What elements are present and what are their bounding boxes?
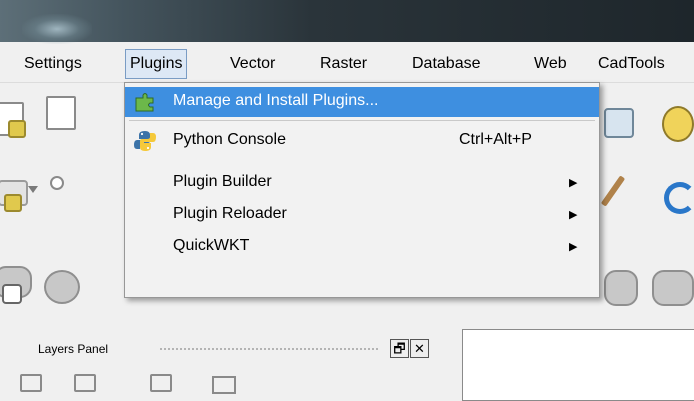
menu-item-shortcut: Ctrl+Alt+P (459, 131, 532, 148)
hammer-icon[interactable] (600, 175, 626, 207)
menu-raster[interactable]: Raster (316, 50, 371, 78)
layer-tool-icon[interactable] (150, 374, 172, 392)
menu-item-manage-plugins[interactable]: Manage and Install Plugins... (125, 87, 599, 117)
menu-bar: Settings Plugins Vector Raster Database … (0, 46, 694, 83)
window-glow (22, 14, 92, 44)
chevron-down-icon[interactable] (28, 186, 38, 193)
node-icon[interactable] (50, 176, 64, 190)
menu-item-plugin-reloader[interactable]: Plugin Reloader ▶ (125, 200, 599, 230)
close-panel-button[interactable]: ✕ (410, 339, 429, 358)
properties-icon[interactable] (46, 96, 76, 130)
map-canvas[interactable] (462, 329, 694, 401)
move-feature-icon[interactable] (44, 270, 80, 304)
panel-drag-handle[interactable] (160, 348, 378, 350)
menu-item-quickwkt[interactable]: QuickWKT ▶ (125, 232, 599, 262)
split-feature-icon[interactable] (652, 270, 694, 306)
reshape-icon[interactable] (604, 270, 638, 306)
gear-badge-icon (4, 194, 22, 212)
menu-item-label: Python Console (173, 131, 286, 148)
menu-cadtools[interactable]: CadTools (594, 50, 669, 78)
plugins-menu: Manage and Install Plugins... Python Con… (124, 82, 600, 298)
refresh-icon[interactable] (664, 182, 694, 214)
menu-vector[interactable]: Vector (226, 50, 279, 78)
gear-badge-icon (8, 120, 26, 138)
layer-tool-icon[interactable] (74, 374, 96, 392)
float-panel-button[interactable]: 🗗 (390, 339, 409, 358)
menu-separator (129, 120, 595, 121)
menu-item-label: Plugin Builder (173, 173, 272, 190)
refresh-badge-icon (2, 284, 22, 304)
submenu-arrow-icon: ▶ (569, 241, 578, 253)
submenu-arrow-icon: ▶ (569, 177, 578, 189)
plugin-puzzle-icon (135, 93, 154, 112)
menu-item-label: Plugin Reloader (173, 205, 287, 222)
zoom-full-icon[interactable] (604, 108, 634, 138)
menu-item-plugin-builder[interactable]: Plugin Builder ▶ (125, 168, 599, 198)
menu-database[interactable]: Database (408, 50, 485, 78)
submenu-arrow-icon: ▶ (569, 209, 578, 221)
zoom-icon[interactable] (662, 106, 694, 142)
menu-web[interactable]: Web (530, 50, 571, 78)
menu-item-python-console[interactable]: Python Console Ctrl+Alt+P (125, 126, 599, 156)
menu-item-label: Manage and Install Plugins... (173, 92, 379, 109)
menu-settings[interactable]: Settings (20, 50, 86, 78)
layer-tool-icon[interactable] (212, 376, 236, 394)
layer-tool-icon[interactable] (20, 374, 42, 392)
menu-plugins[interactable]: Plugins (125, 49, 188, 79)
menu-item-label: QuickWKT (173, 237, 250, 254)
window-titlebar (0, 0, 694, 44)
layers-panel-title: Layers Panel (38, 342, 109, 356)
python-icon (134, 131, 156, 151)
